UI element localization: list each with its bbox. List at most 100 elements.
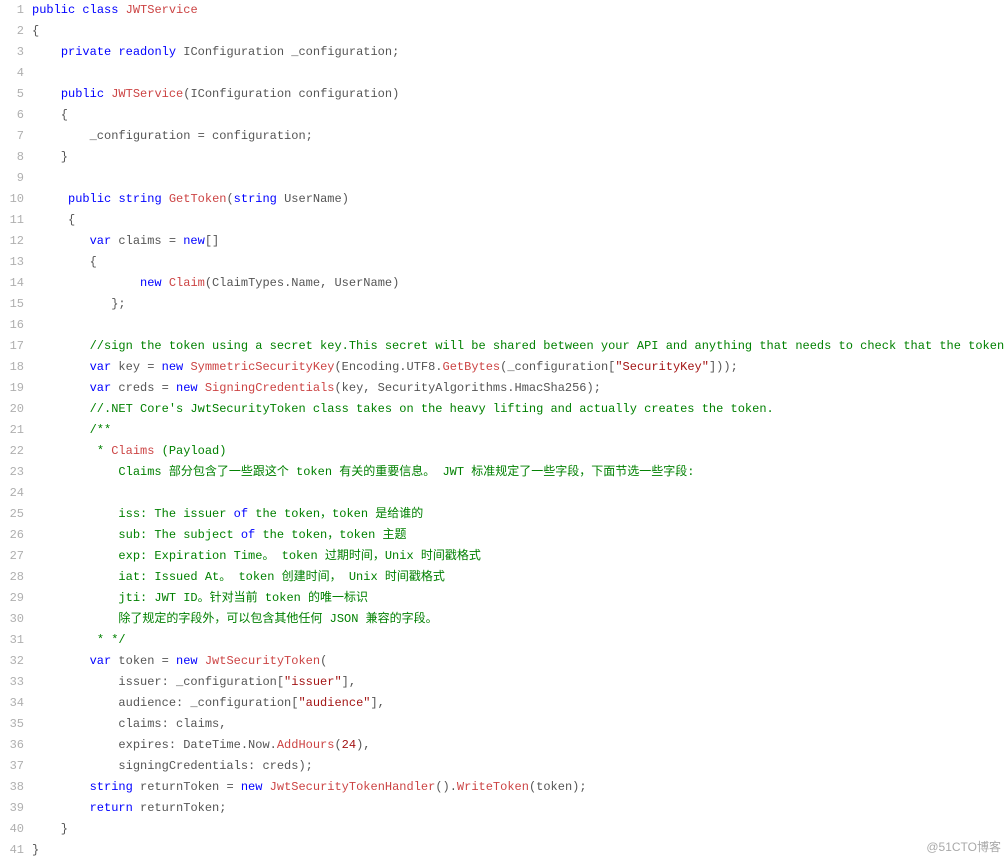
code-line: 1public class JWTService: [0, 0, 1007, 21]
code-line: 11 {: [0, 210, 1007, 231]
code-content: sub: The subject of the token，token 主题: [32, 525, 1007, 546]
token-txt: []: [205, 234, 219, 248]
token-txt: [32, 339, 90, 353]
code-content: expires: DateTime.Now.AddHours(24),: [32, 735, 1007, 756]
code-content: }: [32, 819, 1007, 840]
token-txt: [32, 192, 68, 206]
code-line: 6 {: [0, 105, 1007, 126]
code-line: 12 var claims = new[]: [0, 231, 1007, 252]
token-cmt: exp: Expiration Time。 token 过期时间，Unix 时间…: [118, 549, 480, 563]
line-number: 15: [0, 294, 32, 315]
line-number: 18: [0, 357, 32, 378]
code-content: {: [32, 21, 1007, 42]
code-line: 40 }: [0, 819, 1007, 840]
code-content: var key = new SymmetricSecurityKey(Encod…: [32, 357, 1007, 378]
token-cls: SymmetricSecurityKey: [190, 360, 334, 374]
token-txt: [32, 591, 118, 605]
line-number: 40: [0, 819, 32, 840]
token-cls: JWTService: [126, 3, 198, 17]
token-str: "issuer": [284, 675, 342, 689]
token-cmt: * */: [97, 633, 126, 647]
token-txt: (: [320, 654, 327, 668]
token-txt: returnToken;: [133, 801, 227, 815]
code-content: string returnToken = new JwtSecurityToke…: [32, 777, 1007, 798]
token-txt: [32, 570, 118, 584]
token-txt: {: [32, 255, 97, 269]
token-txt: key =: [111, 360, 161, 374]
code-content: //sign the token using a secret key.This…: [32, 336, 1007, 357]
token-txt: (token);: [529, 780, 587, 794]
token-txt: [32, 780, 90, 794]
token-txt: [32, 801, 90, 815]
line-number: 26: [0, 525, 32, 546]
token-txt: [32, 654, 90, 668]
token-cmt: 除了规定的字段外，可以包含其他任何 JSON 兼容的字段。: [118, 612, 437, 626]
line-number: 2: [0, 21, 32, 42]
token-txt: (Encoding.UTF8.: [334, 360, 442, 374]
line-number: 29: [0, 588, 32, 609]
line-number: 9: [0, 168, 32, 189]
token-txt: [162, 192, 169, 206]
code-line: 31 * */: [0, 630, 1007, 651]
token-txt: [32, 507, 118, 521]
line-number: 23: [0, 462, 32, 483]
code-content: _configuration = configuration;: [32, 126, 1007, 147]
line-number: 10: [0, 189, 32, 210]
code-content: [32, 315, 1007, 336]
token-kw: public: [32, 3, 75, 17]
token-txt: (IConfiguration configuration): [183, 87, 399, 101]
code-content: signingCredentials: creds);: [32, 756, 1007, 777]
token-txt: (_configuration[: [500, 360, 615, 374]
token-txt: token =: [111, 654, 176, 668]
code-line: 25 iss: The issuer of the token，token 是给…: [0, 504, 1007, 525]
line-number: 25: [0, 504, 32, 525]
code-line: 18 var key = new SymmetricSecurityKey(En…: [0, 357, 1007, 378]
code-line: 24: [0, 483, 1007, 504]
token-txt: [32, 465, 118, 479]
line-number: 34: [0, 693, 32, 714]
line-number: 33: [0, 672, 32, 693]
token-kw: new: [241, 780, 263, 794]
token-txt: ]));: [709, 360, 738, 374]
token-txt: {: [32, 108, 68, 122]
token-num: 24: [342, 738, 356, 752]
token-kw: of: [241, 528, 255, 542]
token-cmt: sub: The subject: [118, 528, 240, 542]
line-number: 37: [0, 756, 32, 777]
code-content: {: [32, 210, 1007, 231]
token-cls: Claims: [111, 444, 154, 458]
token-txt: ),: [356, 738, 370, 752]
token-cmt: *: [97, 444, 111, 458]
token-txt: ().: [435, 780, 457, 794]
token-txt: [32, 45, 61, 59]
token-txt: [198, 654, 205, 668]
token-txt: (: [226, 192, 233, 206]
token-kw: readonly: [118, 45, 176, 59]
line-number: 36: [0, 735, 32, 756]
token-txt: claims: claims,: [32, 717, 226, 731]
token-kw: new: [176, 654, 198, 668]
token-txt: };: [32, 297, 126, 311]
token-kw: string: [234, 192, 277, 206]
code-content: issuer: _configuration["issuer"],: [32, 672, 1007, 693]
token-kw: return: [90, 801, 133, 815]
code-line: 28 iat: Issued At。 token 创建时间， Unix 时间戳格…: [0, 567, 1007, 588]
token-txt: [118, 3, 125, 17]
token-cls: JWTService: [111, 87, 183, 101]
line-number: 8: [0, 147, 32, 168]
line-number: 20: [0, 399, 32, 420]
token-txt: ],: [370, 696, 384, 710]
token-txt: }: [32, 822, 68, 836]
line-number: 11: [0, 210, 32, 231]
token-txt: [32, 423, 90, 437]
token-kw: var: [90, 381, 112, 395]
code-line: 5 public JWTService(IConfiguration confi…: [0, 84, 1007, 105]
line-number: 38: [0, 777, 32, 798]
token-cls: Claim: [169, 276, 205, 290]
token-txt: IConfiguration _configuration;: [176, 45, 399, 59]
code-content: public JWTService(IConfiguration configu…: [32, 84, 1007, 105]
token-str: "SecurityKey": [615, 360, 709, 374]
token-cls: GetToken: [169, 192, 227, 206]
code-line: 26 sub: The subject of the token，token 主…: [0, 525, 1007, 546]
code-content: {: [32, 105, 1007, 126]
